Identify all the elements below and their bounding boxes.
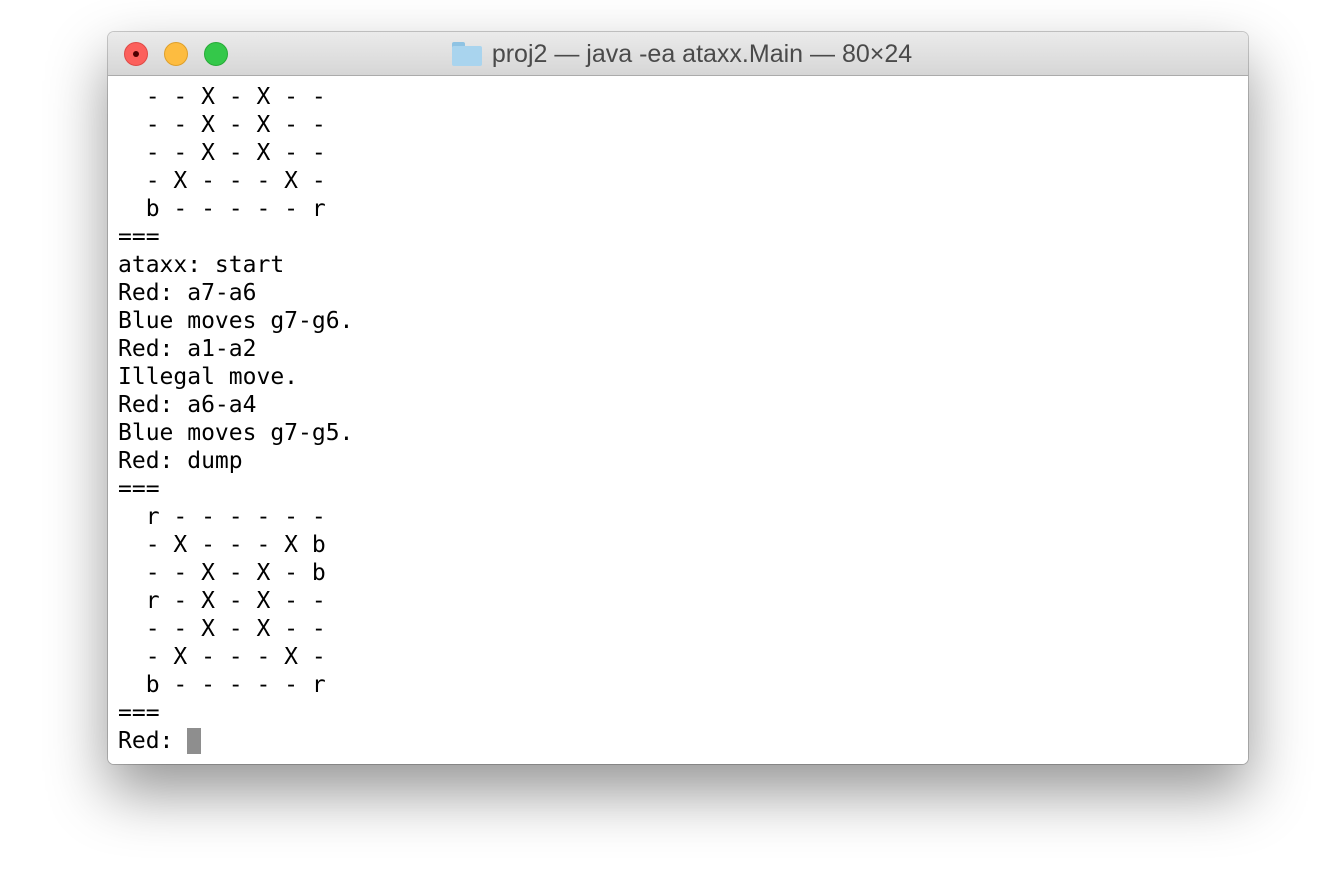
command-prompt-line[interactable]: Red: bbox=[118, 727, 353, 755]
terminal-line: Blue moves g7-g5. bbox=[118, 420, 354, 446]
title-bar[interactable]: proj2 — java -ea ataxx.Main — 80×24 bbox=[108, 32, 1248, 76]
terminal-line: - - X - X - - bbox=[118, 84, 326, 110]
terminal-line: - X - - - X b bbox=[118, 532, 326, 558]
terminal-line: - X - - - X - bbox=[118, 644, 326, 670]
terminal-line: r - X - X - - bbox=[118, 588, 326, 614]
terminal-line: - X - - - X - bbox=[118, 168, 326, 194]
terminal-line: - - X - X - - bbox=[118, 140, 326, 166]
terminal-line: === bbox=[118, 476, 160, 502]
text-cursor bbox=[187, 728, 202, 754]
terminal-window: proj2 — java -ea ataxx.Main — 80×24 - - … bbox=[108, 32, 1248, 764]
terminal-line: Red: a1-a2 bbox=[118, 336, 257, 362]
title-container: proj2 — java -ea ataxx.Main — 80×24 bbox=[108, 32, 1248, 76]
terminal-line: Illegal move. bbox=[118, 364, 299, 390]
terminal-line: r - - - - - - bbox=[118, 504, 326, 530]
folder-icon bbox=[451, 42, 482, 66]
terminal-line: ataxx: start bbox=[118, 252, 285, 278]
terminal-line: - - X - X - - bbox=[118, 112, 326, 138]
window-title: proj2 — java -ea ataxx.Main — 80×24 bbox=[491, 39, 913, 68]
terminal-line: - - X - X - - bbox=[118, 616, 326, 642]
terminal-line: === bbox=[118, 700, 160, 726]
terminal-line: b - - - - - r bbox=[118, 196, 326, 222]
terminal-output: - - X - X - - - - X - X - - - - X - X - … bbox=[118, 83, 353, 755]
terminal-line: b - - - - - r bbox=[118, 672, 326, 698]
terminal-line: Red: a6-a4 bbox=[118, 392, 257, 418]
terminal-line: Blue moves g7-g6. bbox=[118, 308, 354, 334]
terminal-content[interactable]: - - X - X - - - - X - X - - - - X - X - … bbox=[108, 76, 1248, 764]
terminal-line: - - X - X - b bbox=[118, 560, 326, 586]
terminal-line: Red: dump bbox=[118, 448, 243, 474]
terminal-line: === bbox=[118, 224, 160, 250]
terminal-line: Red: a7-a6 bbox=[118, 280, 257, 306]
prompt-text: Red: bbox=[118, 728, 188, 754]
